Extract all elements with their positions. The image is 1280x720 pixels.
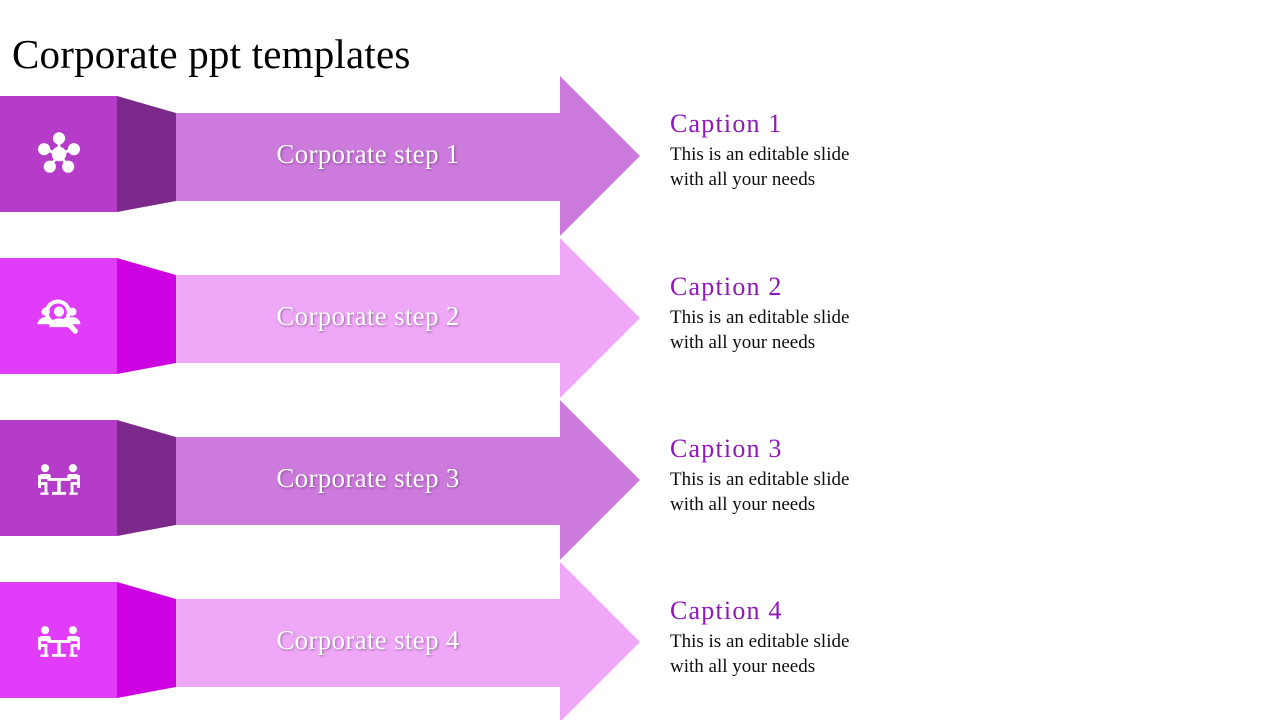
caption-title-4: Caption 4 [670, 596, 783, 625]
caption-title-1: Caption 1 [670, 109, 783, 138]
step-label-4: Corporate step 4 [276, 625, 460, 655]
caption-body-1: This is an editable slide with all your … [670, 143, 850, 190]
caption-block-1: Caption 1 This is an editable slide with … [670, 109, 1000, 192]
presentation-slide: Corporate ppt templates Corporate step 1… [0, 0, 1280, 720]
step-icon-box-4 [0, 582, 117, 698]
caption-block-2: Caption 2 This is an editable slide with … [670, 272, 1000, 355]
caption-body-3: This is an editable slide with all your … [670, 468, 850, 515]
caption-title-3: Caption 3 [670, 434, 783, 463]
arrow-bevel-4 [117, 582, 176, 698]
arrow-shape-4 [0, 562, 640, 720]
caption-body-4: This is an editable slide with all your … [670, 630, 850, 677]
process-arrow-diagram: Corporate step 1 Corporate step 2 Corporat… [0, 0, 660, 720]
caption-block-3: Caption 3 This is an editable slide with … [670, 434, 1000, 517]
caption-title-2: Caption 2 [670, 272, 783, 301]
caption-body-2: This is an editable slide with all your … [670, 306, 850, 353]
process-step-4[interactable]: Corporate step 4 [0, 0, 660, 720]
caption-block-4: Caption 4 This is an editable slide with … [670, 596, 1000, 679]
